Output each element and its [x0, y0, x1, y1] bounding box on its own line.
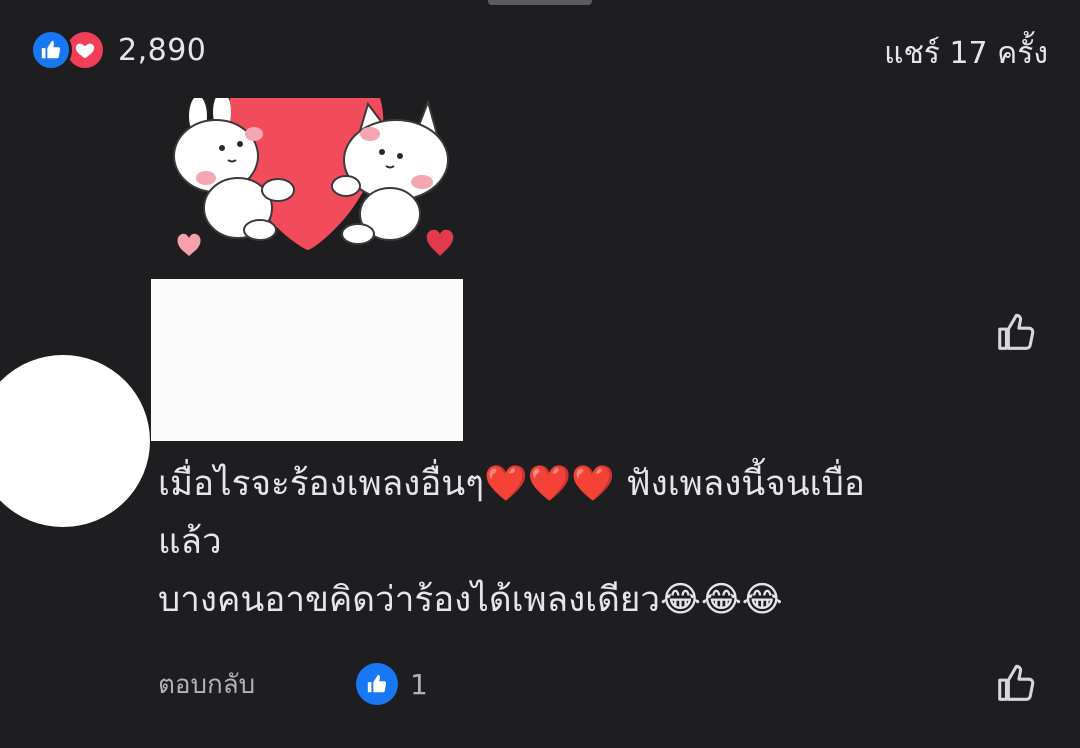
comment-line-3: บางคนอาขคิดว่าร้องได้เพลงเดียว😂😂😂 [158, 580, 783, 620]
sheet-drag-handle[interactable] [488, 0, 592, 5]
bunny-cat-heart-sticker [160, 92, 470, 274]
comment-line-1: เมื่อไรจะร้องเพลงอื่นๆ❤️❤️❤️ ฟังเพลงนี้จ… [158, 464, 865, 504]
comment-reaction-summary[interactable]: 1 [356, 663, 428, 705]
reply-button[interactable]: ตอบกลับ [158, 664, 255, 705]
share-count[interactable]: แชร์ 17 ครั้ง [884, 30, 1048, 77]
thumbs-up-outline-icon [998, 313, 1035, 350]
like-reaction-icon [30, 29, 72, 71]
reaction-count: 2,890 [118, 32, 207, 68]
comment-photo[interactable] [151, 279, 463, 441]
post-reaction-summary[interactable]: 2,890 [30, 28, 206, 72]
like-reaction-icon [356, 663, 398, 705]
post-comment-view: 2,890 แชร์ 17 ครั้ง เมื่อไรจะร้องเพลงอื่… [0, 0, 1080, 748]
like-comment-button[interactable] [994, 660, 1040, 706]
avatar[interactable] [0, 355, 150, 527]
comment-like-count: 1 [410, 667, 428, 701]
like-photo-button[interactable] [994, 309, 1040, 355]
thumbs-up-outline-icon [998, 664, 1035, 701]
comment-line-2: แล้ว [158, 522, 222, 562]
comment-body: เมื่อไรจะร้องเพลงอื่นๆ❤️❤️❤️ ฟังเพลงนี้จ… [158, 455, 1038, 629]
